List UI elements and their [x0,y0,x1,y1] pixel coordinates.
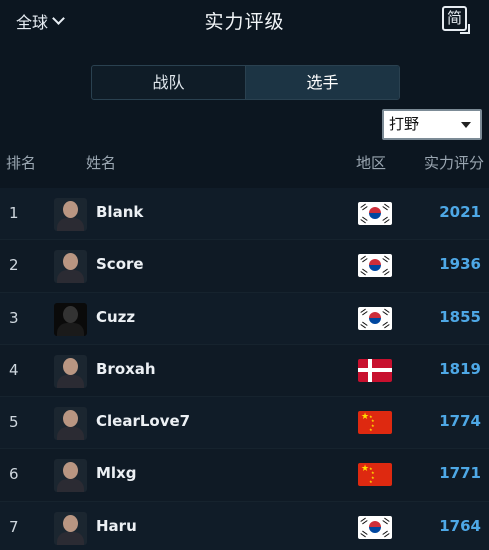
tab-switcher: 战队 选手 [91,65,400,100]
tab-players[interactable]: 选手 [246,66,399,99]
player-score: 1774 [439,412,481,431]
column-header-region: 地区 [356,154,387,172]
column-header-name: 姓名 [86,154,117,172]
table-row[interactable]: 1 Blank 2021 [0,188,489,241]
player-score: 1819 [439,359,481,378]
player-name: Mlxg [96,464,137,483]
korea-flag-icon [358,254,392,278]
table-row[interactable]: 3 Cuzz 1855 [0,292,489,345]
avatar [54,302,87,336]
player-rank: 5 [9,413,19,432]
denmark-flag-icon [358,358,392,382]
column-header-score: 实力评分 [424,154,485,172]
tab-teams[interactable]: 战队 [92,66,246,99]
table-row[interactable]: 6 Mlxg ★ ★ ★ ★ ★ 1771 [0,449,489,502]
avatar [54,198,87,231]
china-flag-icon: ★ ★ ★ ★ ★ [358,411,392,435]
table-row[interactable]: 4 Broxah 1819 [0,344,489,398]
player-name: Cuzz [96,307,136,326]
top-bar: 全球 实力评级 简 [0,0,489,44]
player-rank: 4 [9,360,19,379]
avatar [54,511,87,545]
position-dropdown-value: 打野 [389,115,420,133]
player-name: Haru [96,516,137,535]
china-flag-icon: ★ ★ ★ ★ ★ [358,463,392,487]
avatar [54,250,87,284]
player-score: 1764 [439,516,481,535]
player-name: Blank [96,203,144,221]
korea-flag-icon [358,515,392,539]
player-name: ClearLove7 [96,412,191,431]
player-list: 1 Blank 2021 2 Score 1936 3 Cuzz 1855 4 … [0,188,489,550]
table-row[interactable]: 7 Haru 1764 [0,501,489,550]
player-rank: 6 [9,465,19,484]
language-toggle-button[interactable]: 简 [442,6,470,34]
avatar [54,459,87,493]
player-name: Score [96,255,144,274]
player-score: 1936 [439,255,481,274]
player-score: 2021 [439,203,481,221]
player-score: 1771 [439,464,481,483]
column-header-rank: 排名 [6,154,37,172]
korea-flag-icon [358,202,392,225]
position-dropdown[interactable]: 打野 [382,109,482,140]
dropdown-arrow-icon [461,122,471,128]
avatar [54,407,87,441]
player-rank: 7 [9,517,19,536]
table-header: 排名 姓名 地区 实力评分 [0,148,489,178]
player-rank: 1 [9,204,19,222]
table-row[interactable]: 2 Score 1936 [0,240,489,293]
page-title: 实力评级 [204,11,285,33]
player-name: Broxah [96,359,156,378]
korea-flag-icon [358,306,392,330]
table-row[interactable]: 5 ClearLove7 ★ ★ ★ ★ ★ 1774 [0,397,489,450]
player-rank: 2 [9,256,19,275]
avatar [54,354,87,388]
player-rank: 3 [9,308,19,327]
player-score: 1855 [439,307,481,326]
